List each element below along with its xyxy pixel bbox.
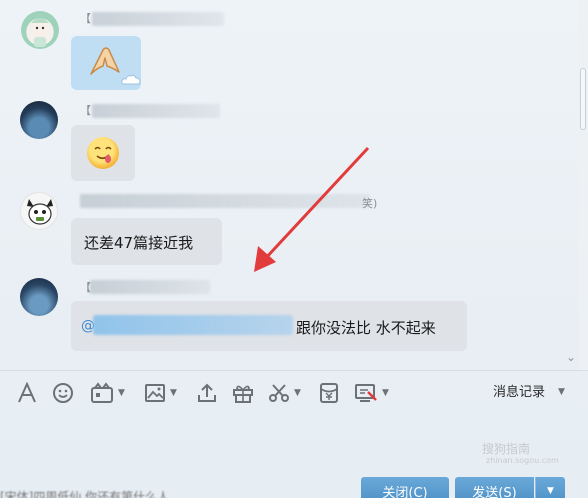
image-icon (145, 384, 165, 402)
send-button[interactable]: 发送(S) (455, 477, 534, 498)
mention-blurred[interactable] (93, 315, 293, 335)
scissors-icon (269, 384, 289, 402)
input-draft-text: [宋体]四周低仙 你还有第什么人 (0, 490, 170, 498)
message-bubble[interactable] (71, 36, 141, 90)
avatar-cartoon-icon (27, 199, 53, 225)
chevron-down-icon: ▼ (118, 388, 125, 398)
gift-icon (233, 385, 253, 403)
sender-name-prefix: 【 (80, 104, 91, 117)
avatar[interactable] (20, 192, 58, 230)
sender-name-blurred (80, 194, 370, 208)
message-list[interactable]: 【 【 笑) 还差47篇接近我 【 @ 跟你没法比 水不起来 ⌄ (0, 0, 588, 370)
emoji-button[interactable] (52, 381, 74, 405)
message-bubble[interactable]: @ 跟你没法比 水不起来 (71, 301, 467, 351)
watermark-url: zhinan.sogou.com (486, 456, 559, 465)
message-text: 还差47篇接近我 (84, 234, 194, 252)
red-packet-button[interactable] (318, 381, 340, 405)
sender-name-suffix: 笑) (362, 197, 378, 210)
close-button[interactable]: 关闭(C) (361, 477, 449, 498)
screenshot-button[interactable]: ▼ (268, 381, 301, 405)
red-packet-icon (320, 383, 338, 403)
chevron-down-icon: ▼ (294, 388, 301, 398)
pinching-hand-icon (90, 47, 120, 75)
drooling-face-icon (87, 137, 119, 169)
chevron-down-icon: ▼ (382, 388, 389, 398)
sender-name-blurred (92, 104, 220, 118)
gift-button[interactable] (232, 381, 254, 405)
send-button-label: 发送(S) (472, 485, 517, 498)
message-bubble[interactable]: 还差47篇接近我 (71, 218, 222, 265)
scrollbar-thumb[interactable] (580, 68, 586, 130)
chevron-down-icon: ▼ (170, 388, 177, 398)
gif-button[interactable]: ▼ (90, 381, 125, 405)
font-button[interactable] (16, 381, 38, 405)
gif-icon (91, 382, 113, 403)
avatar[interactable] (20, 101, 58, 139)
cloud-icon (121, 74, 141, 85)
chevron-down-icon[interactable]: ▼ (558, 387, 565, 397)
emoji-icon (53, 383, 73, 403)
sender-name-blurred (90, 280, 210, 294)
image-button[interactable]: ▼ (144, 381, 177, 405)
sender-name-blurred (92, 12, 224, 26)
font-icon (18, 382, 36, 403)
avatar[interactable] (21, 11, 59, 49)
sender-name-prefix: 【 (80, 12, 91, 25)
scroll-to-bottom-icon[interactable]: ⌄ (566, 350, 576, 364)
message-history-button[interactable]: 消息记录 (493, 381, 545, 400)
send-options-button[interactable]: ▼ (535, 477, 565, 498)
upload-icon (198, 383, 216, 402)
screen-record-icon (355, 384, 377, 402)
upload-button[interactable] (196, 381, 218, 405)
close-button-label: 关闭(C) (382, 485, 428, 498)
avatar-figure-icon (31, 18, 49, 47)
message-text: 跟你没法比 水不起来 (296, 319, 436, 337)
avatar[interactable] (20, 278, 58, 316)
message-bubble[interactable] (71, 125, 135, 181)
screen-record-button[interactable]: ▼ (354, 381, 389, 405)
chevron-down-icon: ▼ (547, 486, 554, 496)
scrollbar-track[interactable] (578, 0, 588, 370)
chat-window: 【 【 笑) 还差47篇接近我 【 @ 跟你没法比 水不起来 ⌄ ▼ ▼ ▼ ▼… (0, 0, 588, 498)
watermark-logo: 搜狗指南 (482, 442, 531, 456)
